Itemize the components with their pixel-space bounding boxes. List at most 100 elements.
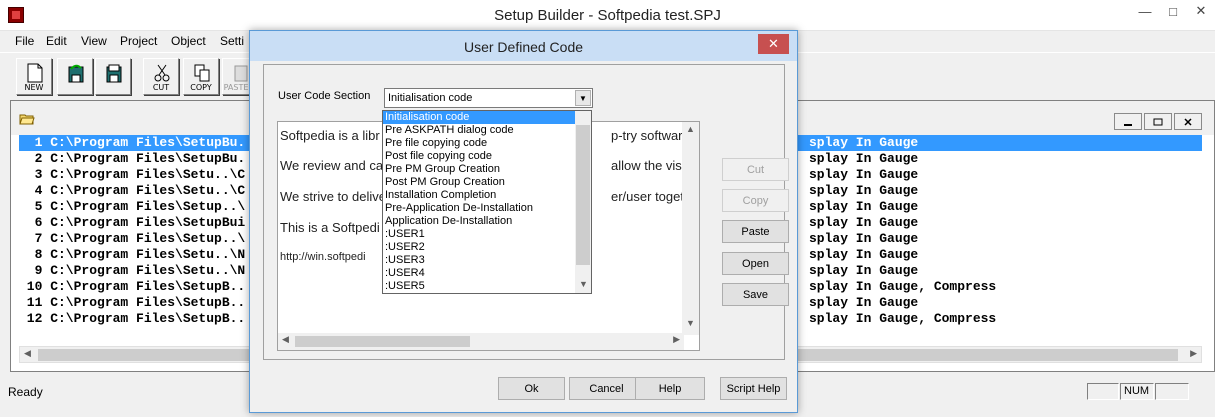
menu-project[interactable]: Project: [120, 34, 157, 48]
paste-button[interactable]: PASTE: [222, 58, 250, 95]
status-scroll: [1155, 383, 1189, 400]
editor-line: Softpedia is a libr: [280, 128, 380, 143]
minimize-button[interactable]: —: [1131, 0, 1159, 22]
dropdown-option[interactable]: Post file copying code: [383, 150, 591, 163]
window-title: Setup Builder - Softpedia test.SPJ: [494, 7, 721, 24]
ok-button[interactable]: Ok: [498, 377, 565, 400]
scissors-icon: [154, 64, 170, 82]
toolbar-label: COPY: [190, 83, 212, 92]
scroll-down-icon[interactable]: ▼: [686, 318, 695, 328]
user-code-section-select[interactable]: Initialisation code ▼: [384, 88, 593, 108]
menu-edit[interactable]: Edit: [46, 34, 67, 48]
save-button[interactable]: Save: [722, 283, 789, 306]
menu-view[interactable]: View: [81, 34, 107, 48]
row-path: 9 C:\Program Files\Setu..\N: [19, 263, 246, 278]
status-text: Ready: [8, 385, 43, 399]
close-icon: [1184, 117, 1192, 126]
copy-button[interactable]: COPY: [183, 58, 219, 95]
dropdown-button[interactable]: ▼: [575, 90, 591, 106]
row-path: 2 C:\Program Files\SetupBu.: [19, 151, 246, 166]
dropdown-option[interactable]: Application De-Installation: [383, 215, 591, 228]
dropdown-option[interactable]: :USER5: [383, 280, 591, 293]
status-caps: [1087, 383, 1119, 400]
folder-open-icon: [19, 114, 35, 125]
row-options: splay In Gauge, Compress: [809, 279, 997, 294]
open-button[interactable]: [57, 58, 93, 95]
dropdown-scrollbar[interactable]: ▼: [575, 111, 591, 293]
scroll-right-icon[interactable]: ▶: [673, 334, 680, 345]
dialog-close-button[interactable]: ✕: [758, 34, 789, 54]
save-button[interactable]: [95, 58, 131, 95]
row-options: splay In Gauge: [809, 247, 919, 262]
scroll-left-icon[interactable]: ◀: [282, 334, 289, 345]
menu-file[interactable]: File: [15, 34, 34, 48]
menu-settings[interactable]: Setti: [220, 34, 244, 48]
dropdown-option[interactable]: Pre PM Group Creation: [383, 163, 591, 176]
editor-line: This is a Softpedi: [280, 220, 380, 235]
cancel-button[interactable]: Cancel: [569, 377, 644, 400]
menu-object[interactable]: Object: [171, 34, 206, 48]
toolbar-label: CUT: [152, 83, 170, 92]
dropdown-option[interactable]: Pre-Application De-Installation: [383, 202, 591, 215]
script-help-button[interactable]: Script Help: [720, 377, 787, 400]
dialog-title: User Defined Code: [463, 39, 584, 55]
toolbar-label: NEW: [24, 83, 44, 92]
dialog-title-bar: User Defined Code ✕: [250, 31, 797, 61]
mdi-close-button[interactable]: [1174, 113, 1202, 130]
dropdown-option[interactable]: Pre file copying code: [383, 137, 591, 150]
restore-icon: [1153, 118, 1163, 125]
dropdown-option[interactable]: :USER2: [383, 241, 591, 254]
editor-horizontal-scrollbar[interactable]: ◀ ▶: [278, 333, 684, 350]
row-options: splay In Gauge: [809, 135, 919, 150]
user-code-section-label: User Code Section: [278, 90, 371, 102]
status-num: NUM: [1120, 383, 1154, 400]
editor-line: http://win.softpedi: [280, 251, 366, 263]
open-file-icon: [68, 64, 84, 83]
scroll-up-icon[interactable]: ▲: [686, 124, 695, 134]
row-path: 10 C:\Program Files\SetupB..: [19, 279, 246, 294]
select-value: Initialisation code: [388, 92, 473, 104]
row-options: splay In Gauge: [809, 183, 919, 198]
cut-button[interactable]: CUT: [143, 58, 179, 95]
row-path: 4 C:\Program Files\Setu..\C: [19, 183, 246, 198]
dropdown-option[interactable]: Installation Completion: [383, 189, 591, 202]
dropdown-option[interactable]: :USER1: [383, 228, 591, 241]
row-path: 3 C:\Program Files\Setu..\C: [19, 167, 246, 182]
maximize-button[interactable]: □: [1159, 0, 1187, 22]
scrollbar-thumb[interactable]: [295, 336, 470, 347]
editor-vertical-scrollbar[interactable]: ▲ ▼: [682, 122, 699, 335]
row-path: 7 C:\Program Files\Setup..\: [19, 231, 246, 246]
dropdown-option[interactable]: Initialisation code: [383, 111, 591, 124]
row-options: splay In Gauge: [809, 231, 919, 246]
new-button[interactable]: NEW: [16, 58, 52, 95]
scroll-right-icon[interactable]: ▶: [1190, 348, 1197, 359]
dropdown-option[interactable]: :USER3: [383, 254, 591, 267]
paste-icon: [234, 65, 248, 82]
scrollbar-thumb[interactable]: [576, 125, 590, 265]
user-code-section-dropdown[interactable]: Initialisation code Pre ASKPATH dialog co…: [382, 110, 592, 294]
row-options: splay In Gauge: [809, 167, 919, 182]
row-options: splay In Gauge: [809, 199, 919, 214]
chevron-down-icon[interactable]: ▼: [579, 279, 588, 289]
paste-button[interactable]: Paste: [722, 220, 789, 243]
open-button[interactable]: Open: [722, 252, 789, 275]
row-path: 6 C:\Program Files\SetupBui: [19, 215, 246, 230]
row-options: splay In Gauge, Compress: [809, 311, 997, 326]
row-path: 5 C:\Program Files\Setup..\: [19, 199, 246, 214]
scroll-left-icon[interactable]: ◀: [24, 348, 31, 359]
dropdown-option[interactable]: :USER4: [383, 267, 591, 280]
copy-button[interactable]: Copy: [722, 189, 789, 212]
mdi-minimize-button[interactable]: [1114, 113, 1142, 130]
toolbar-label: PASTE: [223, 83, 249, 92]
window-controls: — □ ✕: [1131, 0, 1215, 22]
mdi-restore-button[interactable]: [1144, 113, 1172, 130]
mdi-controls: [1114, 113, 1202, 130]
row-path: 8 C:\Program Files\Setu..\N: [19, 247, 246, 262]
row-options: splay In Gauge: [809, 295, 919, 310]
dropdown-option[interactable]: Pre ASKPATH dialog code: [383, 124, 591, 137]
dropdown-option[interactable]: Post PM Group Creation: [383, 176, 591, 189]
help-button[interactable]: Help: [635, 377, 705, 400]
minimize-icon: [1124, 123, 1132, 126]
cut-button[interactable]: Cut: [722, 158, 789, 181]
close-button[interactable]: ✕: [1187, 0, 1215, 22]
